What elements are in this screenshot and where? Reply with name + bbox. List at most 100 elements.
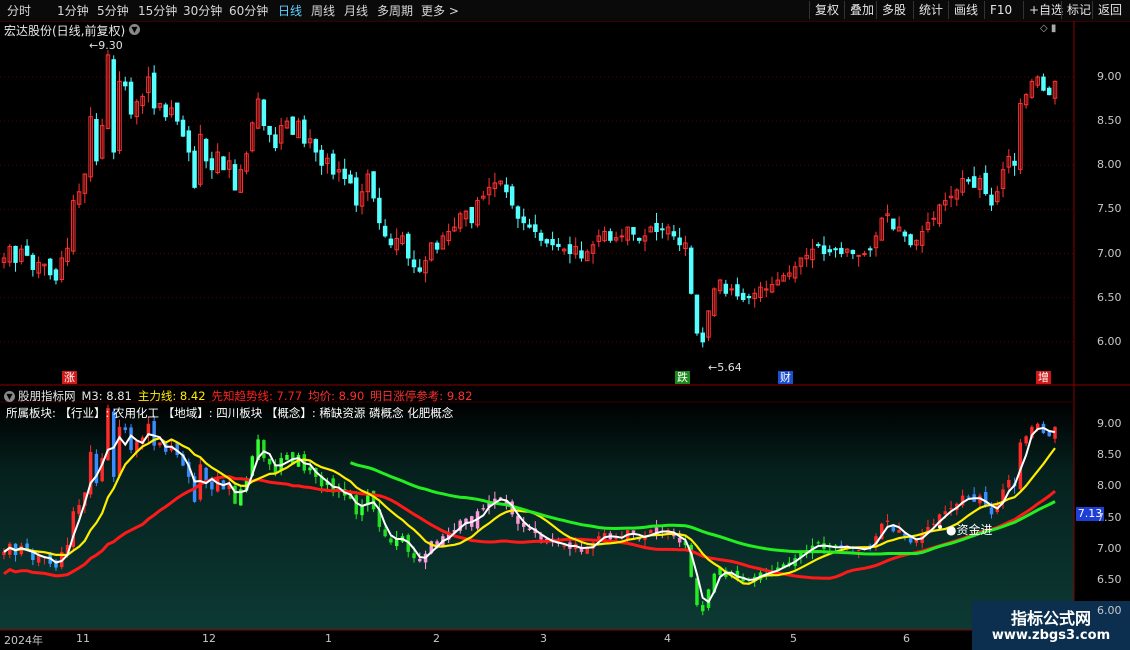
candle-body — [654, 222, 659, 232]
candle-body — [151, 72, 157, 109]
indicator-candle-body — [989, 507, 994, 515]
candle-body — [163, 104, 168, 118]
candle-body — [175, 102, 180, 122]
candle-body — [417, 267, 423, 272]
indicator-candle-body — [308, 467, 312, 471]
candle-body — [989, 194, 994, 206]
candle-body — [862, 253, 867, 256]
indicator-axis-tick: 6.00 — [1097, 604, 1122, 618]
date-axis-tick: 11 — [76, 632, 90, 645]
indicator-candle-body — [77, 505, 81, 514]
candle-body — [827, 249, 833, 253]
candle-body — [342, 168, 347, 180]
low-price-label: ←5.64 — [708, 361, 742, 374]
candle-body — [382, 225, 388, 237]
indicator-candle-body — [816, 542, 820, 544]
chevron-down-icon[interactable]: ▼ — [4, 391, 15, 402]
sector-info: 所属板块: 【行业】: 农用化工 【地域】: 四川板块 【概念】: 稀缺资源 磷… — [6, 406, 454, 420]
candle-body — [527, 224, 532, 228]
indicator-candle-body — [210, 481, 214, 490]
indicator-value-4: 明日涨停参考: 9.82 — [370, 389, 473, 403]
candle-body — [30, 254, 36, 270]
indicator-candle-body — [383, 529, 387, 537]
indicator-axis-tick: 8.50 — [1097, 448, 1122, 461]
candle-body — [619, 235, 625, 238]
indicator-candle-body — [966, 496, 971, 498]
indicator-axis-tick: 6.50 — [1097, 573, 1122, 586]
date-axis-tick: 2 — [433, 632, 440, 645]
candle-body — [302, 119, 307, 144]
watermark-url: www.zbgs3.com — [991, 628, 1111, 643]
price-axis-tick: 7.50 — [1097, 202, 1122, 216]
candle-body — [123, 81, 128, 87]
indicator-candle-body — [562, 545, 566, 547]
candle-body — [209, 158, 215, 171]
indicator-candle-body — [285, 455, 289, 460]
indicator-value-0: M3: 8.81 — [81, 389, 132, 403]
candle-body — [267, 125, 272, 135]
indicator-candle-body — [885, 520, 890, 522]
indicator-candle-body — [146, 423, 151, 435]
price-axis-tick: 7.00 — [1097, 246, 1122, 260]
indicator-title: ▼ 股朋指标网 M3: 8.81 主力线: 8.42 先知趋势线: 7.77 均价: 8.… — [4, 388, 472, 404]
event-tag[interactable]: 跌 — [675, 371, 690, 384]
high-price-label: ←9.30 — [89, 39, 123, 52]
chart-canvas[interactable] — [0, 0, 1130, 650]
candle-body — [544, 239, 550, 244]
candle-body — [688, 247, 694, 294]
price-axis-tick: 9.00 — [1097, 69, 1122, 83]
indicator-axis-tick: 8.00 — [1097, 479, 1122, 493]
indicator-candle-body — [1024, 436, 1028, 444]
price-axis-tick: 8.00 — [1097, 158, 1122, 172]
date-axis-tick: 2024年 — [4, 634, 43, 647]
candle-body — [111, 59, 116, 153]
candle-body — [203, 138, 209, 162]
candle-body — [723, 283, 729, 294]
candle-body — [469, 206, 474, 224]
candle-body — [509, 186, 515, 206]
indicator-candle-body — [481, 508, 486, 510]
candle-body — [735, 284, 740, 297]
indicator-candle-body — [856, 550, 861, 551]
candle-body — [13, 245, 18, 263]
candle-body — [261, 99, 267, 127]
arrow-icon: ← — [89, 39, 99, 52]
candle-body — [24, 245, 30, 256]
candle-body — [377, 197, 382, 224]
candle-body — [128, 81, 134, 115]
candle-body — [660, 228, 665, 231]
candle-body — [405, 233, 411, 259]
indicator-candle-body — [527, 528, 532, 530]
event-tag[interactable]: 增 — [1036, 371, 1051, 384]
candle-body — [556, 243, 561, 247]
candle-body — [1041, 76, 1046, 91]
candle-body — [53, 269, 59, 281]
event-tag[interactable]: 涨 — [62, 371, 77, 384]
candle-body — [1046, 87, 1052, 96]
candle-body — [631, 227, 636, 235]
indicator-candle-body — [412, 553, 416, 559]
indicator-value-2: 先知趋势线: 7.77 — [211, 389, 303, 403]
indicator-candle-body — [123, 427, 128, 430]
candle-body — [816, 244, 821, 247]
indicator-value-1: 主力线: 8.42 — [137, 389, 206, 403]
indicator-candle-body — [354, 495, 358, 515]
candle-body — [290, 116, 295, 135]
indicator-candle-body — [389, 538, 393, 543]
date-axis-tick: 4 — [664, 632, 671, 645]
indicator-axis-tick: 7.00 — [1097, 541, 1122, 555]
indicator-candle-body — [262, 440, 266, 459]
candle-body — [746, 295, 752, 299]
candle-body — [821, 245, 827, 255]
candle-body — [567, 244, 573, 255]
candle-body — [1012, 160, 1017, 166]
candle-body — [221, 156, 226, 171]
event-tag[interactable]: 财 — [778, 371, 793, 384]
candle-body — [186, 130, 192, 153]
candle-body — [971, 176, 977, 188]
candle-body — [867, 248, 873, 251]
indicator-candle-body — [158, 442, 162, 446]
candle-body — [902, 231, 908, 237]
candle-body — [636, 237, 642, 241]
indicator-candle-body — [931, 523, 936, 525]
